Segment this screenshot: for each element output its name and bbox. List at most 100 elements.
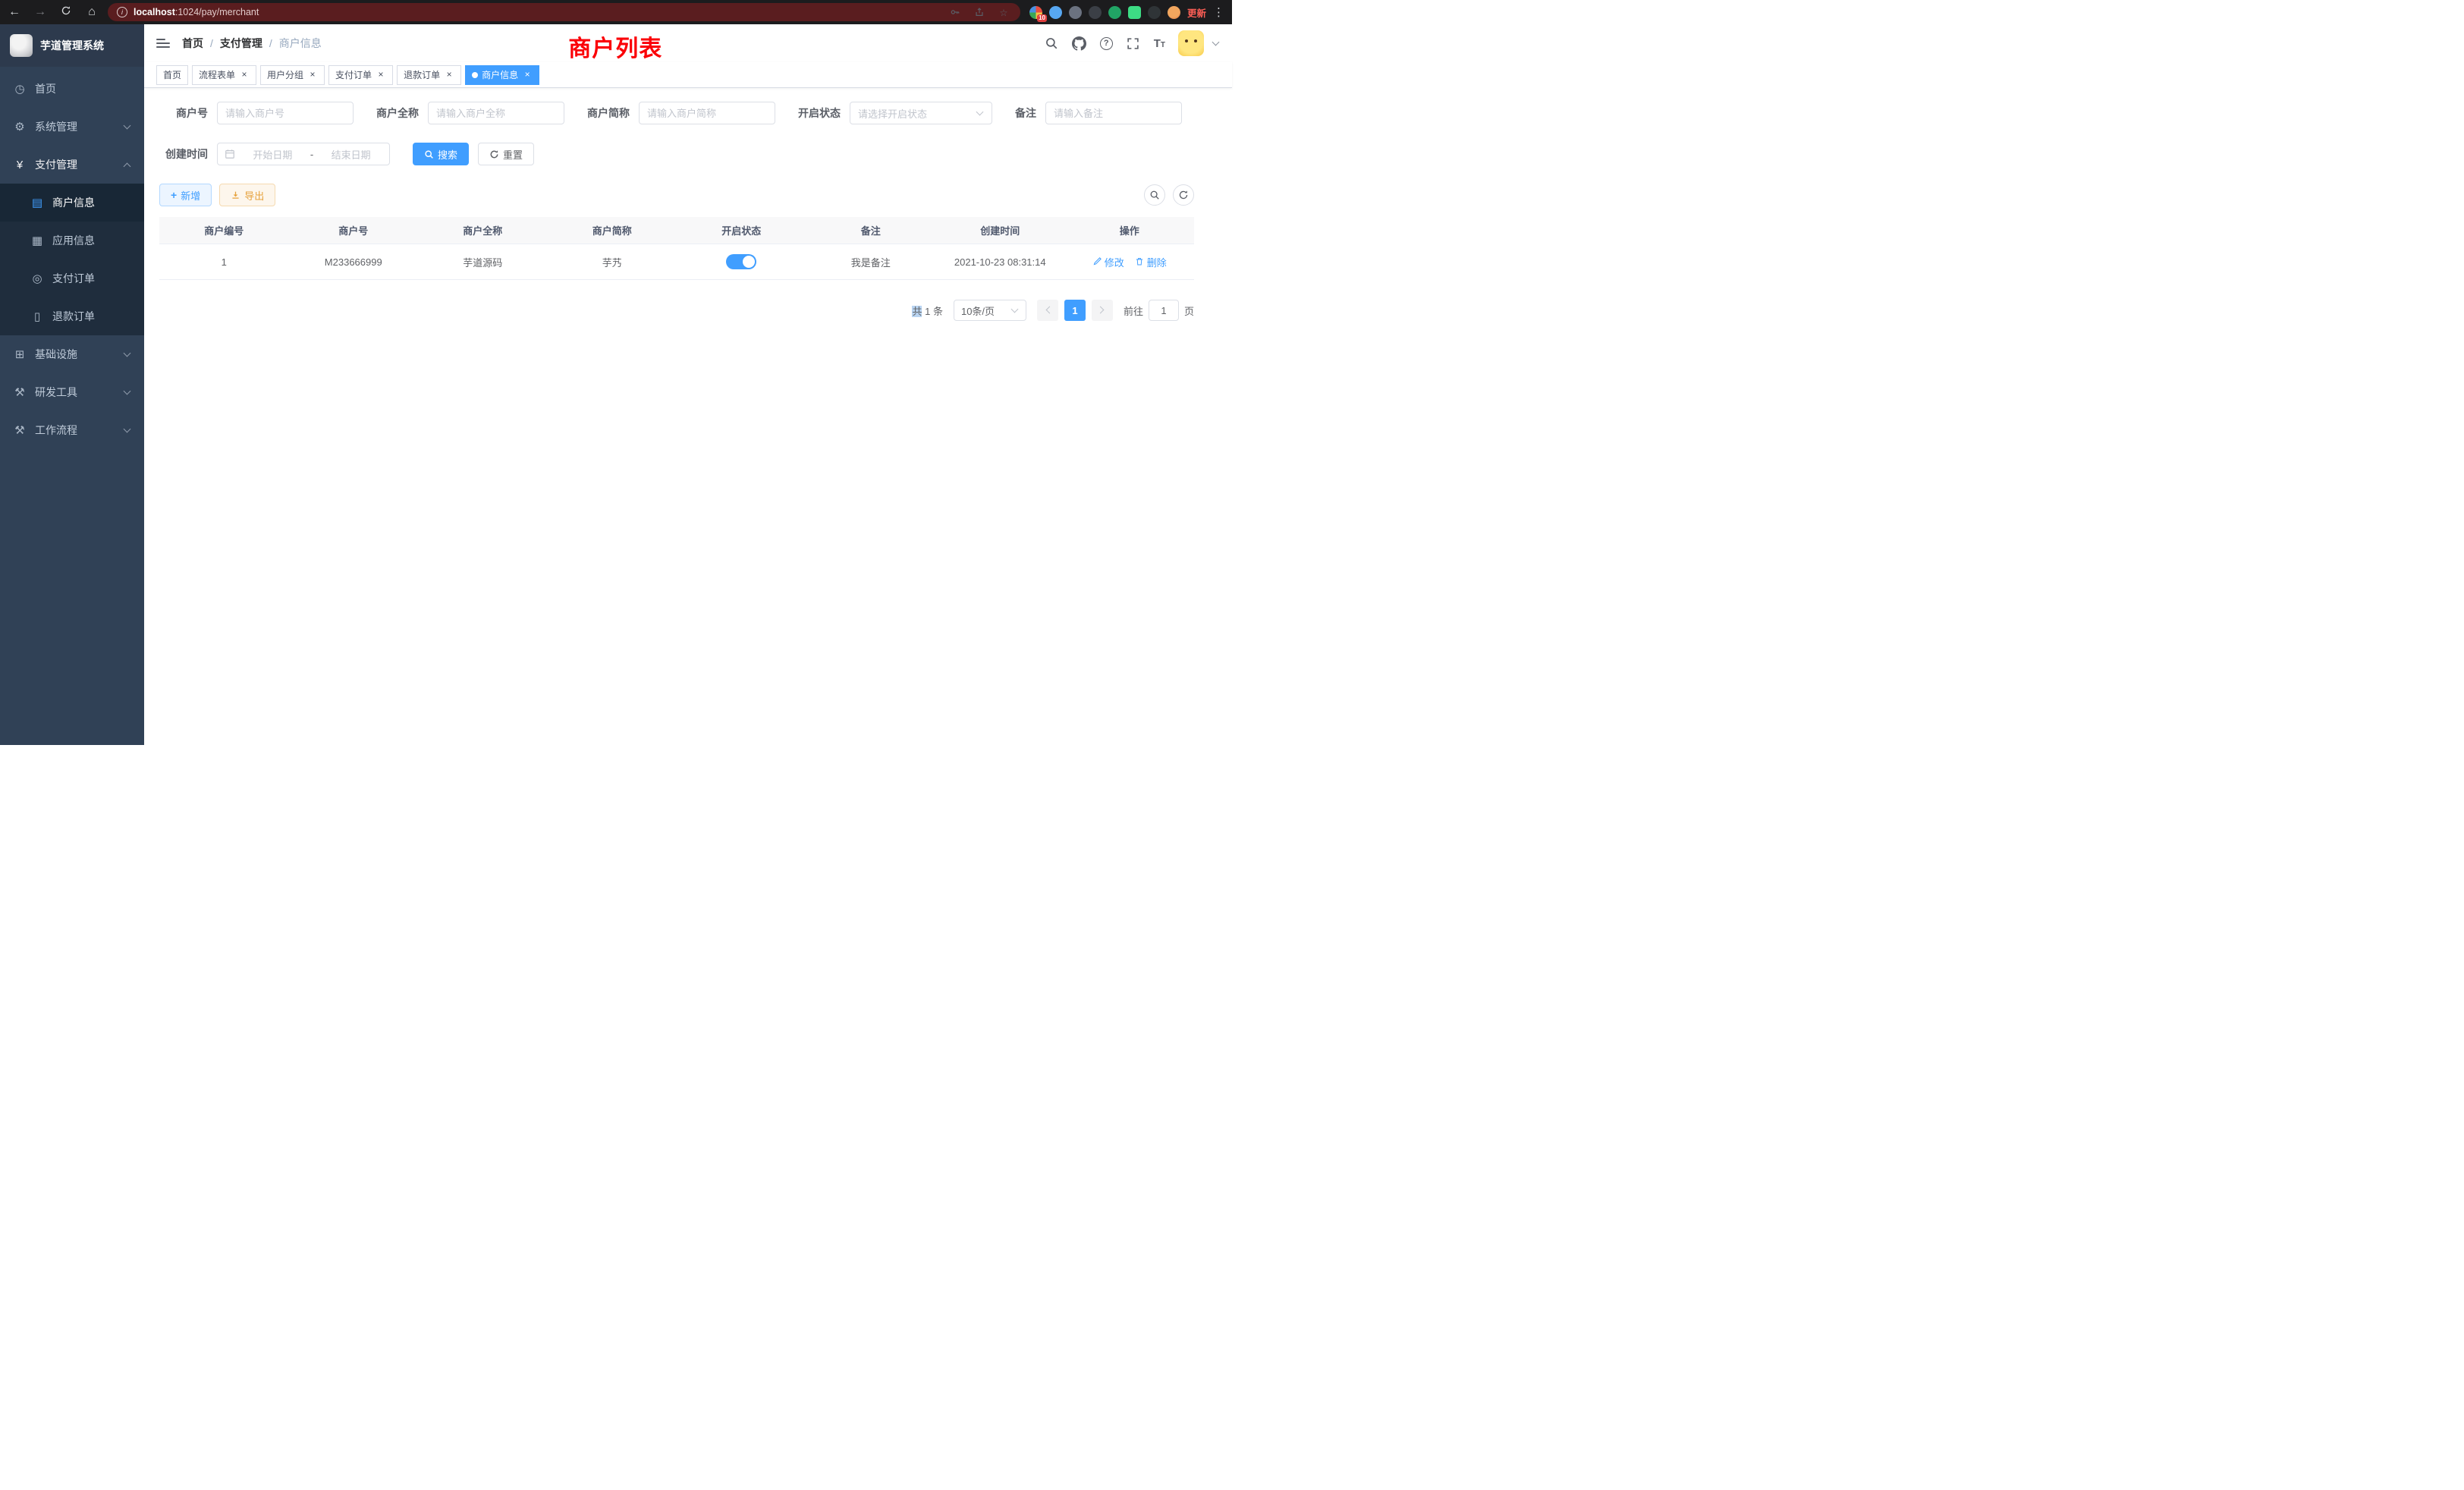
remark-input[interactable]: [1045, 102, 1182, 124]
close-icon[interactable]: ×: [522, 70, 533, 80]
ext-icon-6[interactable]: [1128, 6, 1141, 19]
fullscreen-icon[interactable]: [1126, 36, 1141, 51]
browser-update-button[interactable]: 更新: [1187, 5, 1206, 20]
goto-page-input[interactable]: [1149, 300, 1179, 321]
chevron-right-icon: [1098, 306, 1106, 314]
tab-home[interactable]: 首页: [156, 65, 188, 85]
page-size-select[interactable]: 10条/页: [954, 300, 1026, 321]
cell-id: 1: [159, 256, 289, 268]
app-logo[interactable]: 芋道管理系统: [0, 24, 144, 67]
page-1-button[interactable]: 1: [1064, 300, 1086, 321]
close-icon[interactable]: ×: [444, 70, 454, 80]
close-icon[interactable]: ×: [307, 70, 318, 80]
user-avatar[interactable]: [1178, 30, 1204, 56]
ext-icon-4[interactable]: [1089, 6, 1102, 19]
end-date-placeholder: 结束日期: [319, 147, 382, 162]
tab-process-form[interactable]: 流程表单×: [192, 65, 256, 85]
delete-link[interactable]: 删除: [1135, 255, 1167, 269]
browser-home-icon[interactable]: ⌂: [85, 5, 99, 19]
help-icon[interactable]: ?: [1100, 37, 1113, 50]
browser-menu-icon[interactable]: ⋮: [1213, 5, 1224, 19]
tab-user-group[interactable]: 用户分组×: [260, 65, 325, 85]
status-select[interactable]: 请选择开启状态: [850, 102, 992, 124]
sidebar-item-pay[interactable]: ¥ 支付管理: [0, 146, 144, 184]
col-header: 开启状态: [677, 223, 806, 237]
sidebar-item-merchant-info[interactable]: ▤ 商户信息: [0, 184, 144, 222]
add-button[interactable]: + 新增: [159, 184, 212, 206]
github-icon[interactable]: [1072, 36, 1087, 51]
briefcase-icon: ⚒: [13, 423, 27, 437]
tab-refund-order[interactable]: 退款订单×: [397, 65, 461, 85]
page-info-icon[interactable]: [117, 7, 127, 17]
tab-merchant-info[interactable]: 商户信息×: [465, 65, 539, 85]
sidebar-item-devtool[interactable]: ⚒ 研发工具: [0, 373, 144, 411]
filter-form-row-2: 创建时间 开始日期 - 结束日期 搜索: [159, 143, 1194, 165]
dashboard-icon: ◷: [13, 82, 27, 96]
cell-merchant-no: M233666999: [289, 256, 419, 268]
breadcrumb: 首页 / 支付管理 / 商户信息: [182, 36, 322, 51]
ext-icon-1[interactable]: 10: [1029, 6, 1042, 19]
breadcrumb-separator: /: [210, 37, 213, 49]
chevron-up-icon: [124, 161, 131, 168]
sidebar-item-home[interactable]: ◷ 首页: [0, 70, 144, 108]
full-name-input[interactable]: [428, 102, 564, 124]
sidebar-item-system[interactable]: ⚙ 系统管理: [0, 108, 144, 146]
merchant-table: 商户编号 商户号 商户全称 商户简称 开启状态 备注 创建时间 操作 1 M23…: [159, 217, 1194, 280]
browser-toolbar: ← → ⌂ localhost:1024/pay/merchant ☆ 10 更…: [0, 0, 1232, 24]
browser-back-icon[interactable]: ←: [8, 5, 21, 19]
sidebar-item-app-info[interactable]: ▦ 应用信息: [0, 222, 144, 259]
calendar-icon: [225, 149, 235, 159]
refresh-table-button[interactable]: [1173, 184, 1194, 206]
close-icon[interactable]: ×: [239, 70, 250, 80]
logo-image: [10, 34, 33, 57]
sidebar-item-refund-order[interactable]: ▯ 退款订单: [0, 297, 144, 335]
search-icon[interactable]: [1044, 36, 1059, 51]
sidebar-item-infra[interactable]: ⊞ 基础设施: [0, 335, 144, 373]
export-button[interactable]: 导出: [219, 184, 275, 206]
col-header: 商户编号: [159, 223, 289, 237]
search-button[interactable]: 搜索: [413, 143, 469, 165]
status-toggle[interactable]: [726, 254, 756, 269]
sidebar-item-workflow[interactable]: ⚒ 工作流程: [0, 411, 144, 449]
address-bar[interactable]: localhost:1024/pay/merchant ☆: [108, 3, 1020, 21]
user-dropdown-caret-icon[interactable]: [1212, 39, 1220, 47]
next-page-button[interactable]: [1092, 300, 1113, 321]
toggle-search-button[interactable]: [1144, 184, 1165, 206]
breadcrumb-section[interactable]: 支付管理: [220, 36, 262, 51]
cell-short-name: 芋艿: [548, 255, 677, 269]
ext-icon-2[interactable]: [1049, 6, 1062, 19]
filter-form-row-1: 商户号 商户全称 商户简称 开启状态 请选择开启状态: [159, 102, 1194, 124]
sidebar-toggle-icon[interactable]: [156, 39, 170, 48]
ext-icon-7[interactable]: [1148, 6, 1161, 19]
browser-reload-icon[interactable]: [59, 5, 73, 20]
sidebar: 芋道管理系统 ◷ 首页 ⚙ 系统管理 ¥ 支付管理 ▤ 商户信息: [0, 24, 144, 745]
bookmark-star-icon[interactable]: ☆: [996, 5, 1011, 20]
edit-link[interactable]: 修改: [1092, 255, 1124, 269]
toolbox-icon: ⚒: [13, 385, 27, 399]
col-header: 创建时间: [935, 223, 1065, 237]
create-time-range-picker[interactable]: 开始日期 - 结束日期: [217, 143, 390, 165]
tab-pay-order[interactable]: 支付订单×: [328, 65, 393, 85]
close-icon[interactable]: ×: [376, 70, 386, 80]
sidebar-item-label: 应用信息: [52, 233, 95, 248]
ext-icon-5[interactable]: [1108, 6, 1121, 19]
merchant-no-input[interactable]: [217, 102, 354, 124]
browser-forward-icon[interactable]: →: [33, 5, 47, 19]
chevron-down-icon: [124, 426, 131, 434]
ext-icon-3[interactable]: [1069, 6, 1082, 19]
prev-page-button[interactable]: [1037, 300, 1058, 321]
password-key-icon[interactable]: [948, 5, 963, 20]
breadcrumb-home[interactable]: 首页: [182, 36, 203, 51]
url-text: localhost:1024/pay/merchant: [134, 7, 259, 17]
active-tab-dot: [472, 72, 478, 78]
share-icon[interactable]: [972, 5, 987, 20]
sidebar-item-label: 支付管理: [35, 157, 77, 172]
browser-profile-avatar[interactable]: [1168, 6, 1180, 19]
short-name-input[interactable]: [639, 102, 775, 124]
page-content: 商户号 商户全称 商户简称 开启状态 请选择开启状态: [144, 88, 1232, 745]
reset-button[interactable]: 重置: [478, 143, 534, 165]
sidebar-item-label: 商户信息: [52, 195, 95, 210]
table-row: 1 M233666999 芋道源码 芋艿 我是备注 2021-10-23 08:…: [159, 244, 1194, 280]
sidebar-item-pay-order[interactable]: ◎ 支付订单: [0, 259, 144, 297]
font-size-icon[interactable]: TT: [1154, 37, 1165, 50]
